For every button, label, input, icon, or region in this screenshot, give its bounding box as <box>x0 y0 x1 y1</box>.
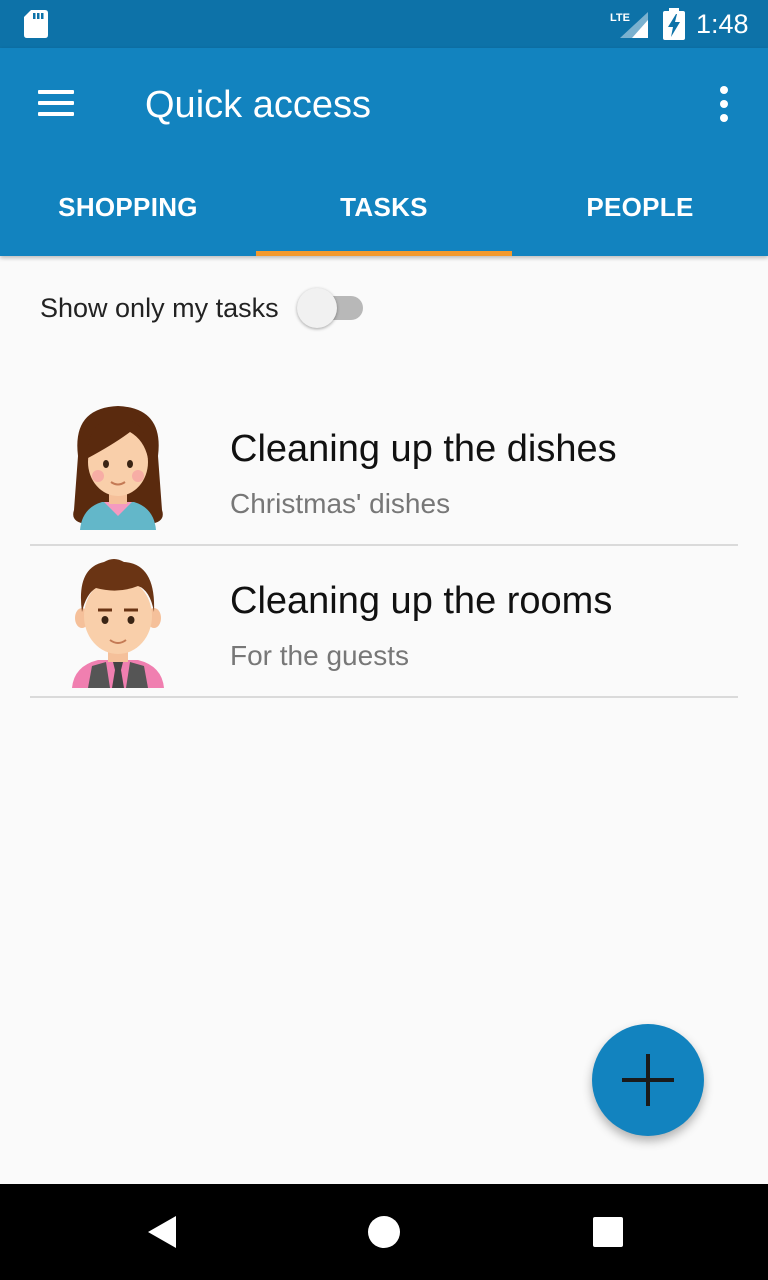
tab-tasks[interactable]: TASKS <box>256 160 512 256</box>
task-title: Cleaning up the dishes <box>230 428 617 470</box>
app-bar: Quick access SHOPPING TASKS PEOPLE <box>0 48 768 256</box>
tab-shopping[interactable]: SHOPPING <box>0 160 256 256</box>
task-list: Cleaning up the dishes Christmas' dishes… <box>30 392 738 698</box>
task-title: Cleaning up the rooms <box>230 580 613 622</box>
system-nav-bar <box>0 1184 768 1280</box>
add-task-button[interactable] <box>592 1024 704 1136</box>
more-vert-icon[interactable] <box>710 84 738 124</box>
back-icon[interactable] <box>142 1208 190 1256</box>
sd-card-icon <box>24 10 48 38</box>
menu-icon[interactable] <box>36 86 76 120</box>
toggle-thumb <box>296 288 337 328</box>
task-subtitle: Christmas' dishes <box>230 488 451 519</box>
lte-signal-icon: LTE <box>610 12 648 38</box>
man-avatar-icon <box>72 559 164 688</box>
list-item[interactable]: Cleaning up the rooms For the guests <box>30 546 738 698</box>
woman-avatar-icon <box>73 406 163 530</box>
network-type-label: LTE <box>610 12 630 24</box>
task-subtitle: For the guests <box>230 640 409 671</box>
status-bar: LTE 1:48 <box>0 0 768 48</box>
home-icon[interactable] <box>360 1208 408 1256</box>
tab-people[interactable]: PEOPLE <box>512 160 768 256</box>
add-icon <box>622 1054 674 1106</box>
recents-icon[interactable] <box>584 1208 632 1256</box>
filter-label: Show only my tasks <box>40 292 279 323</box>
page-title: Quick access <box>145 84 371 126</box>
tab-bar: SHOPPING TASKS PEOPLE <box>0 160 768 256</box>
battery-charging-icon <box>663 8 685 40</box>
list-item[interactable]: Cleaning up the dishes Christmas' dishes <box>30 392 738 546</box>
status-time: 1:48 <box>696 9 749 39</box>
show-my-tasks-toggle[interactable] <box>296 286 363 330</box>
filter-row: Show only my tasks <box>40 286 363 330</box>
